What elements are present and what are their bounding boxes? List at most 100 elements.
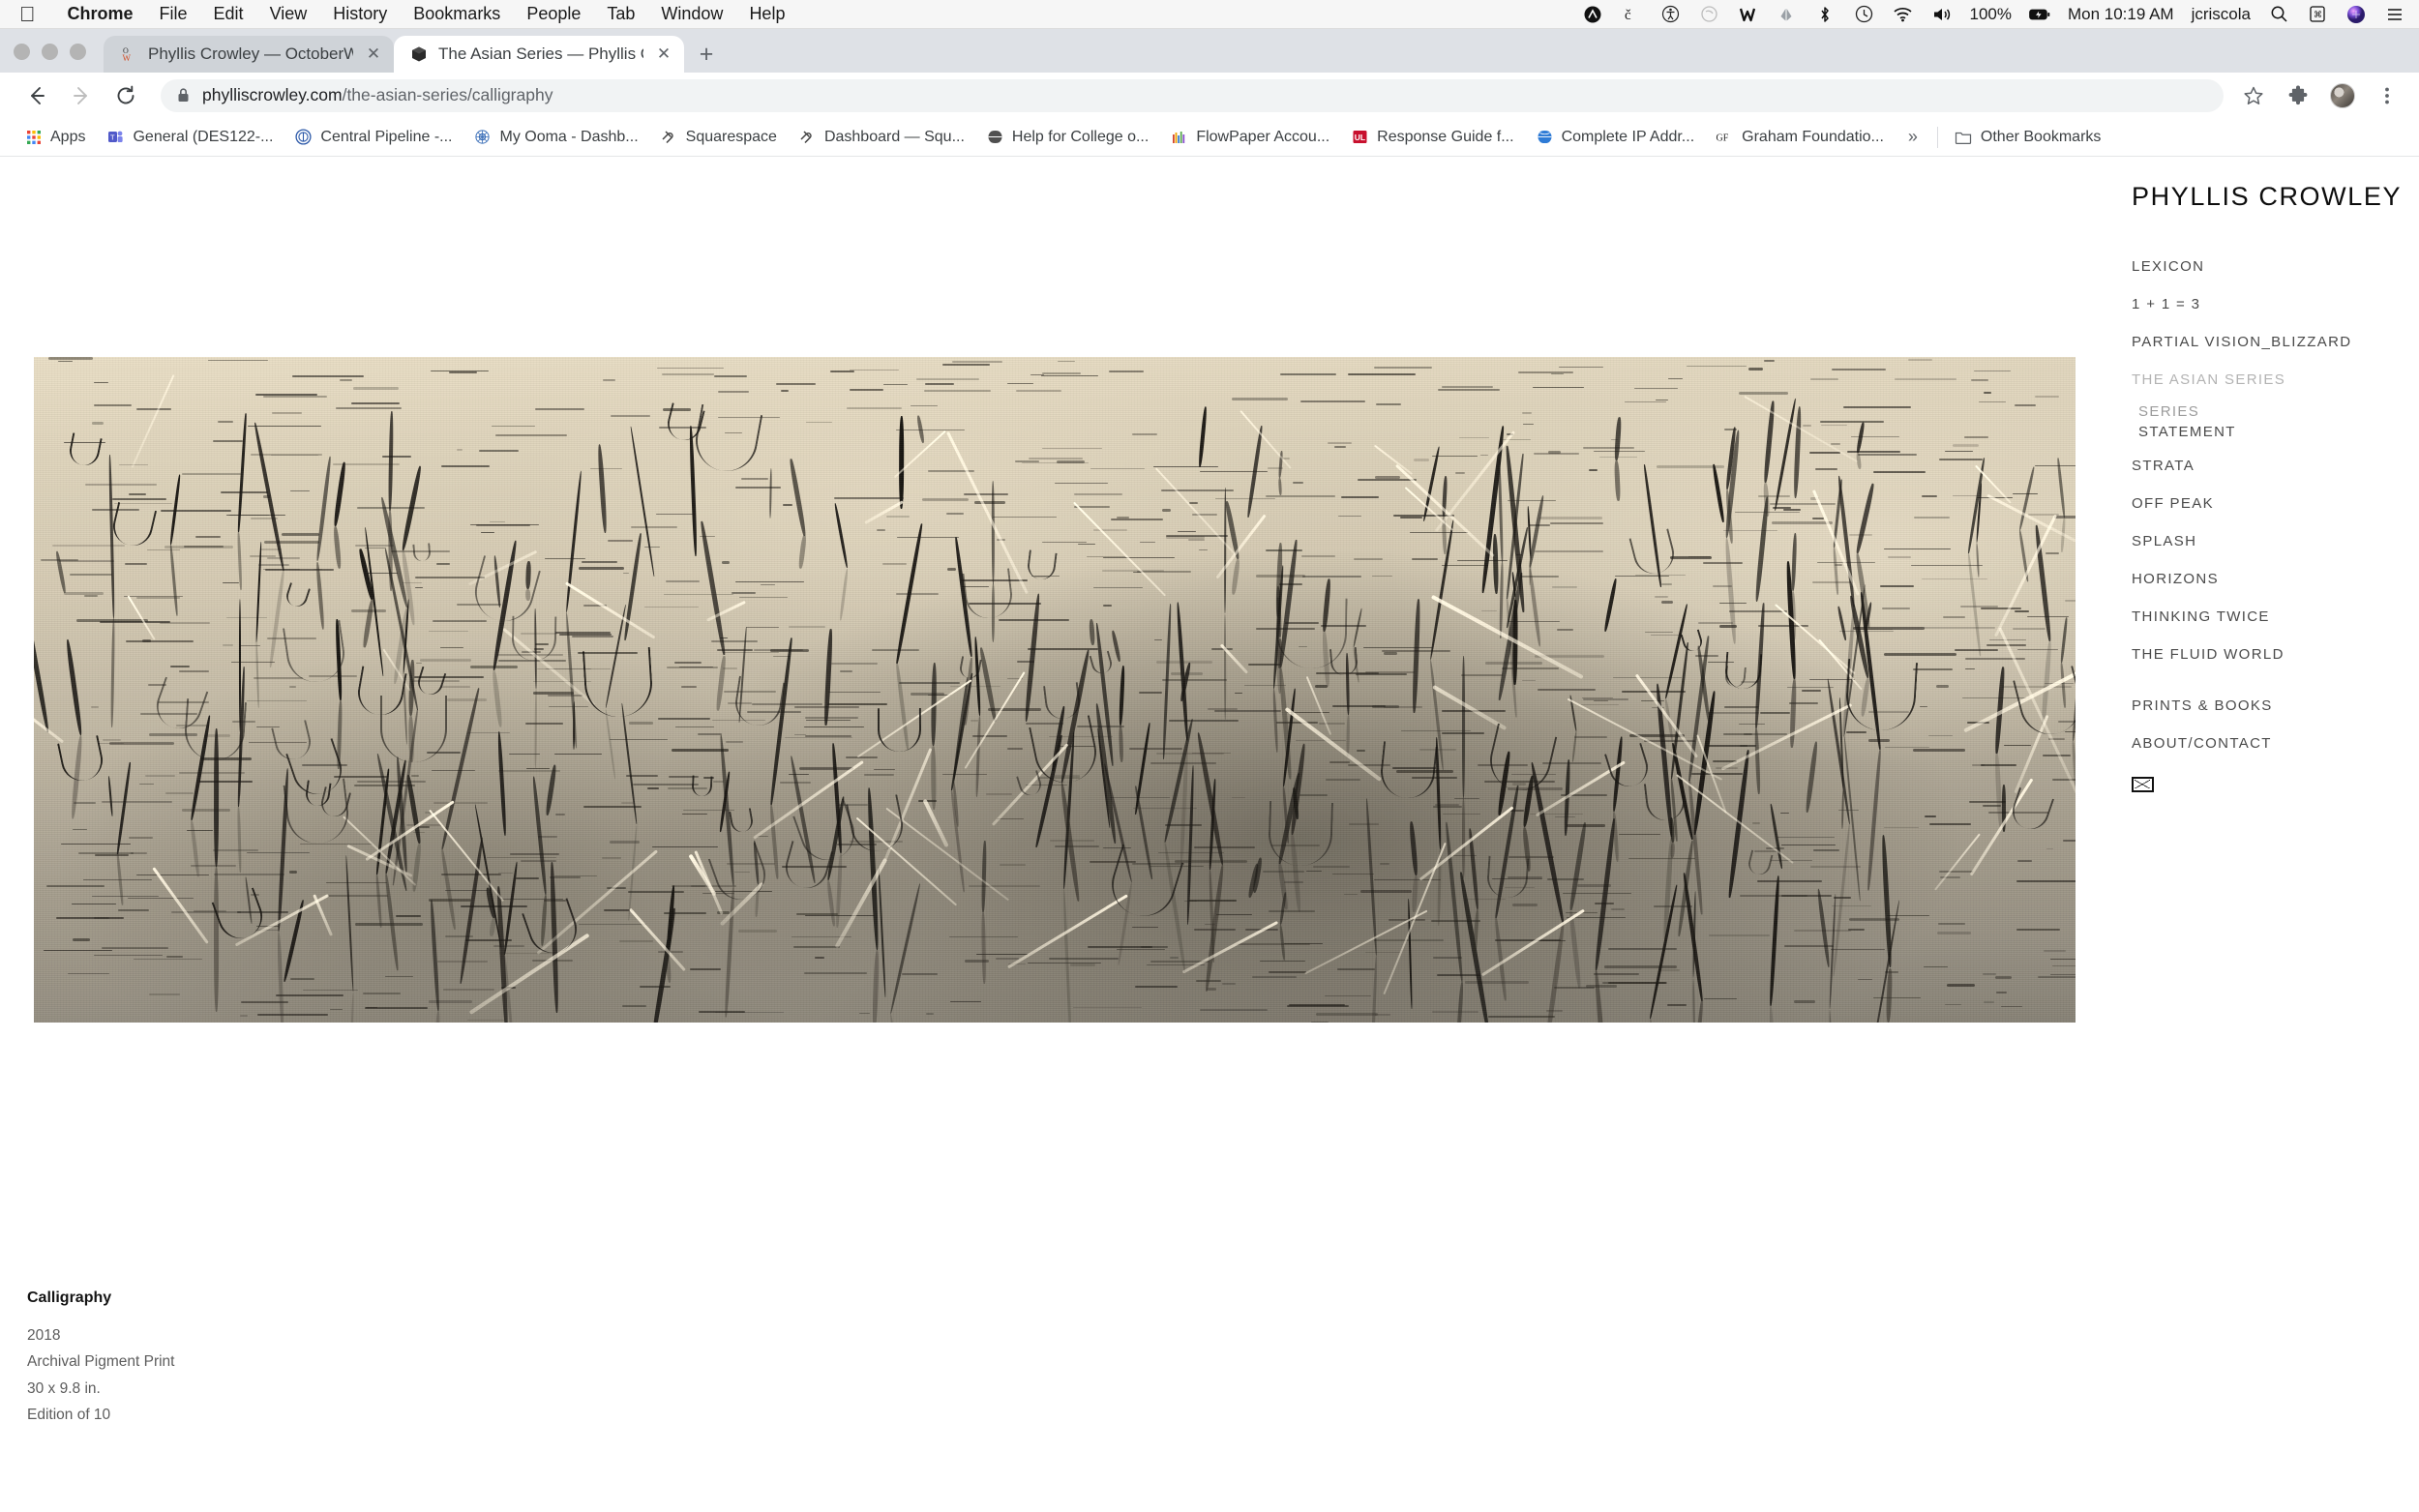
accessibility-icon[interactable] bbox=[1659, 4, 1681, 25]
pipeline-icon bbox=[294, 128, 313, 146]
sidebar-item-splash[interactable]: SPLASH bbox=[2132, 533, 2419, 549]
bookmark-label: General (DES122-... bbox=[133, 128, 274, 145]
grammarly-icon[interactable]: č bbox=[1621, 4, 1642, 25]
artwork-caption: Calligraphy 2018 Archival Pigment Print … bbox=[27, 1290, 2419, 1429]
menu-item-edit[interactable]: Edit bbox=[214, 4, 244, 24]
tab-the-asian-series[interactable]: The Asian Series — Phyllis Cro ✕ bbox=[394, 36, 684, 73]
reload-icon[interactable] bbox=[106, 76, 145, 115]
bookmark-graham-foundation[interactable]: GF Graham Foundatio... bbox=[1705, 122, 1895, 153]
artwork-medium: Archival Pigment Print bbox=[27, 1353, 175, 1371]
bluetooth-icon[interactable] bbox=[1814, 4, 1836, 25]
apps-grid-icon bbox=[24, 128, 43, 146]
bookmark-flowpaper-account[interactable]: FlowPaper Accou... bbox=[1159, 122, 1340, 153]
bookmark-label: My Ooma - Dashb... bbox=[499, 128, 639, 145]
control-center-icon[interactable]: ⌘ bbox=[2307, 4, 2328, 25]
sidebar-item-strata[interactable]: STRATA bbox=[2132, 458, 2419, 474]
apple-logo-icon[interactable]:  bbox=[14, 3, 42, 25]
menu-item-bookmarks[interactable]: Bookmarks bbox=[413, 4, 500, 24]
notification-center-icon[interactable] bbox=[2384, 4, 2405, 25]
bookmark-apps[interactable]: Apps bbox=[14, 122, 96, 153]
close-icon[interactable]: ✕ bbox=[653, 44, 674, 65]
sidebar-item-partial-vision-blizzard[interactable]: PARTIAL VISION_BLIZZARD bbox=[2132, 334, 2419, 350]
bookmark-central-pipeline[interactable]: Central Pipeline -... bbox=[284, 122, 463, 153]
sidebar-item-prints-and-books[interactable]: PRINTS & BOOKS bbox=[2132, 697, 2419, 714]
sidebar-subitem-statement[interactable]: STATEMENT bbox=[2132, 424, 2419, 440]
menu-item-view[interactable]: View bbox=[270, 4, 308, 24]
sidebar-item-thinking-twice[interactable]: THINKING TWICE bbox=[2132, 608, 2419, 625]
url-domain: phylliscrowley.com bbox=[202, 85, 343, 104]
menubar-username[interactable]: jcriscola bbox=[2192, 5, 2251, 24]
menu-item-chrome[interactable]: Chrome bbox=[68, 4, 134, 24]
puzzle-piece-icon[interactable] bbox=[2284, 81, 2313, 110]
svg-text:UL: UL bbox=[1355, 133, 1365, 142]
lock-icon bbox=[176, 87, 191, 104]
other-bookmarks-label: Other Bookmarks bbox=[1980, 128, 2102, 145]
wifi-icon[interactable] bbox=[1892, 4, 1913, 25]
menu-item-tab[interactable]: Tab bbox=[607, 4, 635, 24]
macos-menu-bar:  Chrome File Edit View History Bookmark… bbox=[0, 0, 2419, 29]
dropbox-icon[interactable] bbox=[1776, 4, 1797, 25]
bookmarks-divider bbox=[1936, 126, 1938, 148]
bookmark-complete-ip-address[interactable]: Complete IP Addr... bbox=[1525, 122, 1706, 153]
creative-cloud-icon[interactable] bbox=[1582, 4, 1603, 25]
tab-strip: OW Phyllis Crowley — OctoberWor ✕ The As… bbox=[0, 29, 2419, 73]
close-icon[interactable]: ✕ bbox=[363, 44, 384, 65]
url-text: phylliscrowley.com/the-asian-series/call… bbox=[202, 85, 552, 105]
folder-icon bbox=[1955, 128, 1973, 146]
airplay-icon[interactable] bbox=[1698, 4, 1719, 25]
squarespace-icon bbox=[660, 128, 678, 146]
forward-arrow-icon[interactable] bbox=[62, 76, 101, 115]
close-window-button[interactable] bbox=[14, 44, 30, 60]
minimize-window-button[interactable] bbox=[42, 44, 58, 60]
time-machine-icon[interactable] bbox=[1853, 4, 1874, 25]
sidebar-item-lexicon[interactable]: LEXICON bbox=[2132, 258, 2419, 275]
star-icon[interactable] bbox=[2239, 81, 2268, 110]
bookmark-squarespace[interactable]: Squarespace bbox=[649, 122, 788, 153]
browser-toolbar: phylliscrowley.com/the-asian-series/call… bbox=[0, 73, 2419, 118]
bookmark-label: Response Guide f... bbox=[1377, 128, 1514, 145]
sidebar-item-the-fluid-world[interactable]: THE FLUID WORLD bbox=[2132, 646, 2419, 663]
malware-shield-icon[interactable] bbox=[1737, 4, 1758, 25]
flowpaper-icon bbox=[1170, 128, 1188, 146]
squarespace-cube-icon bbox=[409, 44, 429, 64]
bookmark-label: Complete IP Addr... bbox=[1561, 128, 1695, 145]
back-arrow-icon[interactable] bbox=[17, 76, 56, 115]
envelope-icon[interactable] bbox=[2132, 777, 2154, 792]
sidebar-item-the-asian-series[interactable]: THE ASIAN SERIES bbox=[2132, 371, 2419, 388]
menu-item-window[interactable]: Window bbox=[661, 4, 723, 24]
battery-percent-label: 100% bbox=[1969, 4, 2012, 23]
sidebar-subitem-series[interactable]: SERIES bbox=[2132, 403, 2419, 420]
three-dot-menu-icon[interactable] bbox=[2373, 81, 2402, 110]
menu-item-people[interactable]: People bbox=[526, 4, 581, 24]
other-bookmarks-folder[interactable]: Other Bookmarks bbox=[1944, 122, 2111, 153]
volume-icon[interactable] bbox=[1930, 4, 1952, 25]
sidebar-item-about-contact[interactable]: ABOUT/CONTACT bbox=[2132, 735, 2419, 752]
menu-item-history[interactable]: History bbox=[333, 4, 387, 24]
menu-item-file[interactable]: File bbox=[160, 4, 188, 24]
address-bar[interactable]: phylliscrowley.com/the-asian-series/call… bbox=[161, 78, 2224, 112]
calligraphy-photograph[interactable] bbox=[34, 357, 2076, 1023]
new-tab-button[interactable]: + bbox=[684, 36, 729, 73]
bookmark-my-ooma-dashboard[interactable]: My Ooma - Dashb... bbox=[463, 122, 648, 153]
sidebar-item-1-plus-1-equals-3[interactable]: 1 + 1 = 3 bbox=[2132, 296, 2419, 312]
artwork-title: Calligraphy bbox=[27, 1289, 112, 1306]
battery-charging-icon[interactable] bbox=[2029, 4, 2050, 25]
sidebar-item-horizons[interactable]: HORIZONS bbox=[2132, 571, 2419, 587]
menu-item-help[interactable]: Help bbox=[749, 4, 785, 24]
bookmark-response-guide[interactable]: UL Response Guide f... bbox=[1340, 122, 1524, 153]
menubar-clock[interactable]: Mon 10:19 AM bbox=[2068, 5, 2174, 24]
maximize-window-button[interactable] bbox=[70, 44, 86, 60]
tab-phyllis-crowley-octoberworks[interactable]: OW Phyllis Crowley — OctoberWor ✕ bbox=[104, 36, 394, 73]
bookmarks-overflow-button[interactable]: » bbox=[1895, 127, 1931, 147]
sidebar-item-off-peak[interactable]: OFF PEAK bbox=[2132, 495, 2419, 512]
bookmark-dashboard-squarespace[interactable]: Dashboard — Squ... bbox=[788, 122, 975, 153]
siri-icon[interactable] bbox=[2345, 4, 2367, 25]
bookmark-help-for-college[interactable]: Help for College o... bbox=[975, 122, 1159, 153]
bookmark-general-des122[interactable]: T General (DES122-... bbox=[96, 122, 284, 153]
artwork-dimensions: 30 x 9.8 in. bbox=[27, 1379, 101, 1397]
svg-text:W: W bbox=[123, 53, 132, 63]
profile-avatar[interactable] bbox=[2328, 81, 2357, 110]
spotlight-search-icon[interactable] bbox=[2268, 4, 2289, 25]
